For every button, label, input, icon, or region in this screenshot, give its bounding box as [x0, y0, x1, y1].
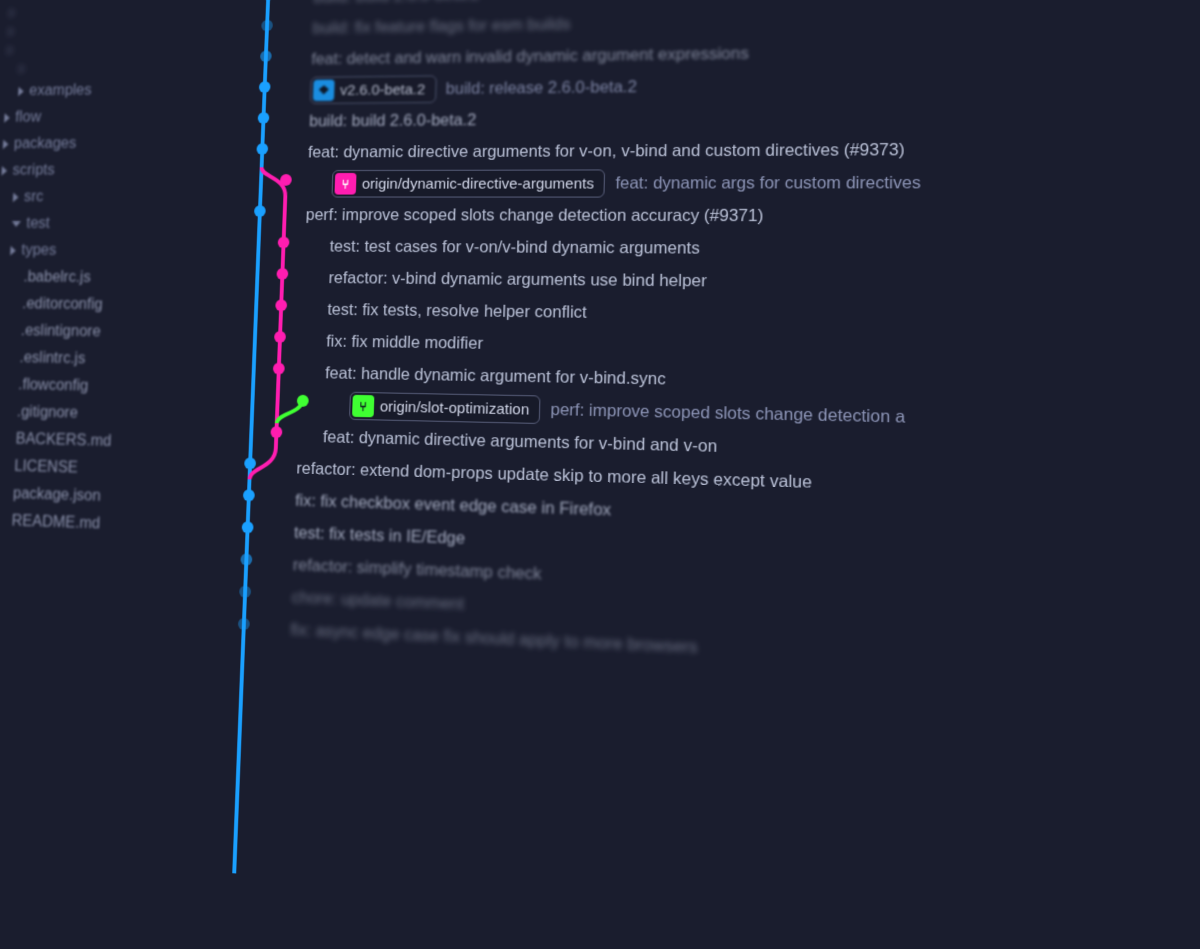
commit-row[interactable]: ⑂ origin/dynamic-directive-arguments feat:… — [306, 166, 1200, 200]
commit-message: test: fix tests, resolve helper conflict — [327, 300, 587, 322]
file-tree-folder[interactable] — [3, 57, 210, 79]
file-tree-file[interactable]: .editorconfig — [0, 291, 200, 320]
commit-message: perf: improve scoped slots change detect… — [550, 400, 905, 427]
tree-item-label: .gitignore — [17, 404, 79, 423]
tag-icon: ❖ — [313, 80, 335, 102]
chevron-right-icon — [9, 8, 15, 17]
branch-icon: ⑂ — [334, 173, 356, 195]
commit-message: feat: dynamic directive arguments for v-… — [323, 428, 718, 457]
commit-message: fix: fix checkbox event edge case in Fir… — [295, 491, 611, 520]
commit-message: feat: dynamic args for custom directives — [615, 173, 921, 193]
chip-label: origin/dynamic-directive-arguments — [362, 175, 595, 192]
branch-chip[interactable]: ⑂ origin/slot-optimization — [349, 392, 541, 424]
commit-row[interactable]: perf: improve scoped slots change detect… — [305, 199, 1200, 234]
chevron-right-icon — [1, 166, 7, 175]
file-tree-folder[interactable]: test — [0, 211, 203, 239]
file-tree-folder[interactable]: types — [0, 237, 202, 265]
branch-chip[interactable]: ⑂ origin/dynamic-directive-arguments — [331, 169, 605, 197]
chevron-down-icon — [12, 221, 21, 227]
tree-item-label: .eslintignore — [21, 323, 101, 341]
chevron-right-icon — [8, 27, 14, 36]
chip-label: origin/slot-optimization — [380, 398, 530, 418]
file-tree-folder[interactable]: packages — [0, 130, 206, 158]
commit-message: feat: dynamic directive arguments for v-… — [308, 140, 905, 161]
file-tree-folder[interactable]: examples — [1, 76, 208, 105]
tree-item-label: BACKERS.md — [15, 431, 112, 451]
commit-row[interactable]: feat: dynamic directive arguments for v-… — [307, 131, 1200, 168]
commit-message: refactor: v-bind dynamic arguments use b… — [328, 269, 707, 291]
chevron-right-icon — [8, 46, 14, 55]
file-tree-folder[interactable]: scripts — [0, 157, 205, 184]
tree-item-label: .babelrc.js — [23, 269, 91, 287]
commit-message: build: build 2.6.0-beta.2 — [309, 111, 477, 131]
chip-label: v2.6.0-beta.2 — [340, 81, 426, 98]
commit-message: build: build 2.6.0-beta.2 — [313, 0, 480, 7]
tree-item-label: types — [21, 242, 57, 259]
commit-message: test: test cases for v-on/v-bind dynamic… — [329, 237, 700, 258]
tree-item-label: .editorconfig — [22, 296, 103, 314]
commit-message: build: fix feature flags for esm builds — [312, 15, 570, 38]
tree-item-label: package.json — [13, 485, 101, 505]
commit-message: chore: update comment — [291, 588, 464, 614]
chevron-right-icon — [3, 140, 9, 149]
tree-item-label: .flowconfig — [18, 377, 89, 396]
tree-item-label: packages — [13, 135, 76, 152]
tree-item-label: scripts — [12, 162, 55, 179]
tree-item-label: flow — [15, 109, 42, 126]
commit-message: perf: improve scoped slots change detect… — [305, 206, 763, 226]
file-tree: examples flow packages scripts src test types.… — [0, 0, 220, 870]
branch-icon: ⑂ — [352, 395, 374, 417]
file-tree-folder[interactable]: flow — [0, 103, 207, 131]
file-tree-file[interactable]: .eslintrc.js — [0, 344, 197, 375]
file-tree-file[interactable]: .flowconfig — [0, 371, 196, 402]
tree-item-label: .eslintrc.js — [19, 350, 85, 369]
file-tree-file[interactable]: .babelrc.js — [0, 264, 201, 293]
file-tree-file[interactable]: .eslintignore — [0, 317, 198, 347]
commit-message: fix: fix middle modifier — [326, 332, 483, 353]
tree-item-label: examples — [29, 82, 92, 100]
chevron-right-icon — [18, 87, 24, 96]
commit-message: feat: detect and warn invalid dynamic ar… — [311, 44, 749, 69]
git-history-panel: build: build 2.6.0-beta.2 build: fix feat… — [184, 0, 1200, 949]
tag-chip[interactable]: ❖ v2.6.0-beta.2 — [310, 75, 437, 104]
commit-list: build: build 2.6.0-beta.2 build: fix feat… — [193, 0, 1200, 694]
commit-message: build: release 2.6.0-beta.2 — [445, 78, 637, 99]
chevron-right-icon — [19, 64, 25, 73]
chevron-right-icon — [4, 113, 10, 122]
tree-item-label: test — [26, 215, 50, 232]
file-tree-file[interactable]: README.md — [0, 507, 190, 542]
tree-item-label: README.md — [11, 513, 100, 534]
tree-item-label: src — [24, 189, 44, 206]
chevron-right-icon — [13, 193, 19, 203]
tree-item-label: LICENSE — [14, 458, 78, 477]
chevron-right-icon — [10, 246, 16, 256]
commit-message: feat: handle dynamic argument for v-bind… — [325, 364, 666, 389]
commit-message: test: fix tests in IE/Edge — [294, 523, 466, 548]
commit-message: refactor: simplify timestamp check — [293, 556, 542, 585]
file-tree-folder[interactable]: src — [0, 184, 204, 211]
